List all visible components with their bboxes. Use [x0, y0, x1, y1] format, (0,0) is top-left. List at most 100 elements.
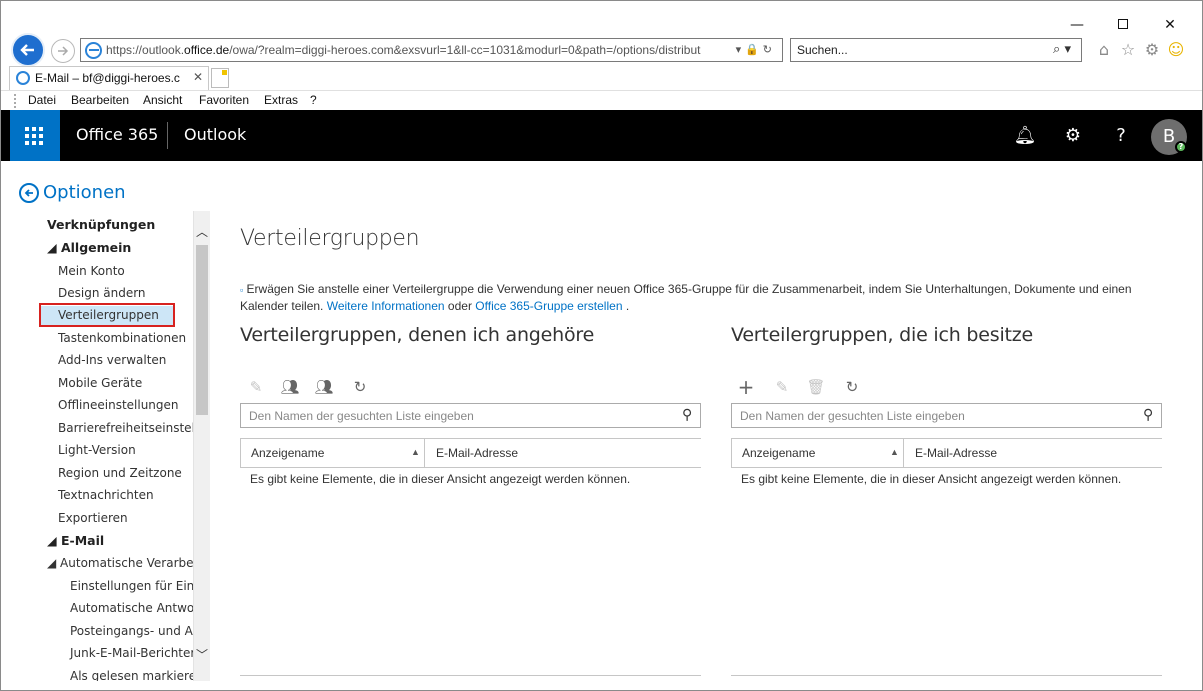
search-icon[interactable]: ⚲	[1143, 407, 1161, 425]
new-tab-button[interactable]	[211, 68, 229, 88]
nav-allgemein[interactable]: ◢ Allgemein	[47, 240, 131, 255]
nav-einstellungen-einblick[interactable]: Einstellungen für Einbli	[70, 579, 193, 593]
owned-table-header: Anzeigename ▲ E-Mail-Adresse	[731, 438, 1162, 468]
presence-badge: ?	[1175, 141, 1187, 153]
o365-brand[interactable]: Office 365	[76, 125, 158, 144]
col-anzeigename[interactable]: Anzeigename ▲	[240, 439, 425, 467]
nav-exportieren[interactable]: Exportieren	[58, 511, 128, 525]
search-icon[interactable]: ⌕ ▾	[1053, 42, 1071, 57]
options-title[interactable]: Optionen	[43, 182, 126, 203]
edit-pencil-icon[interactable]: ✎	[771, 376, 793, 398]
leave-group-icon[interactable]: 👥︎	[313, 376, 335, 398]
url-text: https://outlook.office.de/owa/?realm=dig…	[106, 43, 701, 57]
member-of-title: Verteilergruppen, denen ich angehöre	[240, 324, 595, 346]
menu-ansicht[interactable]: Ansicht	[143, 93, 182, 107]
back-button[interactable]	[11, 33, 45, 67]
more-info-link[interactable]: Weitere Informationen	[327, 299, 445, 313]
favorites-star-icon[interactable]: ☆	[1116, 39, 1140, 61]
browser-search-box[interactable]: ⌕ ▾	[790, 38, 1082, 62]
arrow-right-icon	[58, 46, 69, 56]
address-bar[interactable]: https://outlook.office.de/owa/?realm=dig…	[80, 38, 783, 62]
menu-help[interactable]: ?	[310, 93, 317, 107]
member-of-search[interactable]: ⚲	[240, 403, 701, 428]
member-of-bottom-border	[240, 675, 701, 676]
nav-design-aendern[interactable]: Design ändern	[58, 286, 146, 300]
bell-icon[interactable]: 🔔︎	[1011, 122, 1039, 150]
nav-automatische-verarbeitung[interactable]: ◢ Automatische Verarbeitur	[47, 556, 193, 570]
selection-highlight-box	[39, 303, 175, 327]
browser-toolbar-icons: ⌂ ☆ ⚙ ☺	[1092, 39, 1192, 61]
title-bar: — ✕	[0, 0, 1203, 36]
smiley-feedback-icon[interactable]: ☺	[1164, 39, 1188, 61]
nav-mein-konto[interactable]: Mein Konto	[58, 264, 125, 278]
refresh-icon[interactable]: ↻	[841, 376, 863, 398]
refresh-icon[interactable]: ↻	[349, 376, 371, 398]
nav-add-ins[interactable]: Add-Ins verwalten	[58, 353, 166, 367]
gear-icon[interactable]: ⚙	[1140, 39, 1164, 61]
app-name[interactable]: Outlook	[184, 125, 246, 144]
minimize-button[interactable]: —	[1064, 14, 1090, 36]
nav-textnachrichten[interactable]: Textnachrichten	[58, 488, 154, 502]
delete-trash-icon[interactable]: 🗑︎	[805, 376, 827, 398]
nav-barrierefreiheit[interactable]: Barrierefreiheitseinstellun	[58, 421, 193, 435]
member-of-search-input[interactable]	[249, 408, 649, 424]
forward-button[interactable]	[51, 39, 75, 63]
options-nav: Verknüpfungen ◢ Allgemein Mein Konto Des…	[0, 211, 193, 681]
back-circle-icon[interactable]	[19, 183, 39, 203]
menu-grip	[14, 94, 16, 108]
home-icon[interactable]: ⌂	[1092, 39, 1116, 61]
member-of-table-header: Anzeigename ▲ E-Mail-Adresse	[240, 438, 701, 468]
browser-search-input[interactable]	[797, 42, 1027, 58]
o365-header: Office 365 Outlook 🔔︎ ⚙ ?	[0, 110, 1203, 161]
owned-toolbar: + ✎ 🗑︎ ↻	[735, 376, 875, 398]
member-of-empty: Es gibt keine Elemente, die in dieser An…	[250, 472, 631, 486]
col-email-adresse[interactable]: E-Mail-Adresse	[436, 446, 518, 460]
header-divider	[167, 122, 168, 149]
owned-search[interactable]: ⚲	[731, 403, 1162, 428]
owned-empty: Es gibt keine Elemente, die in dieser An…	[741, 472, 1122, 486]
col-anzeigename[interactable]: Anzeigename ▲	[731, 439, 904, 467]
maximize-button[interactable]	[1110, 14, 1136, 36]
menu-datei[interactable]: Datei	[28, 93, 56, 107]
sort-up-icon: ▲	[890, 447, 899, 457]
edit-pencil-icon[interactable]: ✎	[245, 376, 267, 398]
info-text: ▫ Erwägen Sie anstelle einer Verteilergr…	[240, 282, 1132, 313]
close-tab-icon[interactable]: ✕	[193, 70, 203, 84]
chevron-up-icon[interactable]: ︿	[195, 225, 209, 239]
menu-favoriten[interactable]: Favoriten	[199, 93, 249, 107]
nav-junk-email[interactable]: Junk-E-Mail-Berichterst	[70, 646, 193, 660]
add-icon[interactable]: +	[735, 376, 757, 398]
settings-gear-icon[interactable]: ⚙	[1059, 122, 1087, 150]
menu-extras[interactable]: Extras	[264, 93, 298, 107]
nav-tastenkombinationen[interactable]: Tastenkombinationen	[58, 331, 186, 345]
create-group-link[interactable]: Office 365-Gruppe erstellen	[475, 299, 622, 313]
address-tools[interactable]: ▾🔒↻	[736, 43, 776, 56]
owned-search-input[interactable]	[740, 408, 1140, 424]
close-window-button[interactable]: ✕	[1157, 14, 1183, 36]
nav-offlineeinstellungen[interactable]: Offlineeinstellungen	[58, 398, 179, 412]
nav-region-zeitzone[interactable]: Region und Zeitzone	[58, 466, 182, 480]
tab-email[interactable]: E-Mail – bf@diggi-heroes.c ✕	[9, 66, 209, 90]
col-email-adresse[interactable]: E-Mail-Adresse	[915, 446, 997, 460]
menu-bar: Datei Bearbeiten Ansicht Favoriten Extra…	[0, 90, 1203, 110]
join-group-icon[interactable]: 👥︎	[279, 376, 301, 398]
help-icon[interactable]: ?	[1107, 122, 1135, 150]
sort-up-icon: ▲	[411, 447, 420, 457]
nav-light-version[interactable]: Light-Version	[58, 443, 136, 457]
search-icon[interactable]: ⚲	[682, 407, 700, 425]
waffle-icon	[25, 127, 43, 145]
nav-als-gelesen[interactable]: Als gelesen markieren	[70, 669, 193, 681]
tab-row: E-Mail – bf@diggi-heroes.c ✕	[0, 66, 1203, 90]
nav-scrollbar[interactable]: ︿ ﹀	[193, 211, 210, 681]
nav-posteingangsregeln[interactable]: Posteingangs- und Auf	[70, 624, 193, 638]
ie-page-icon	[85, 42, 102, 59]
scrollbar-thumb[interactable]	[196, 245, 208, 415]
menu-bearbeiten[interactable]: Bearbeiten	[71, 93, 129, 107]
nav-email[interactable]: ◢ E-Mail	[47, 533, 104, 548]
nav-verknuepfungen[interactable]: Verknüpfungen	[47, 217, 155, 232]
chevron-down-icon[interactable]: ﹀	[195, 648, 209, 662]
arrow-left-icon	[20, 44, 34, 56]
nav-automatische-antworten[interactable]: Automatische Antworte	[70, 601, 193, 615]
app-launcher-button[interactable]	[10, 110, 60, 161]
nav-mobile-geraete[interactable]: Mobile Geräte	[58, 376, 142, 390]
